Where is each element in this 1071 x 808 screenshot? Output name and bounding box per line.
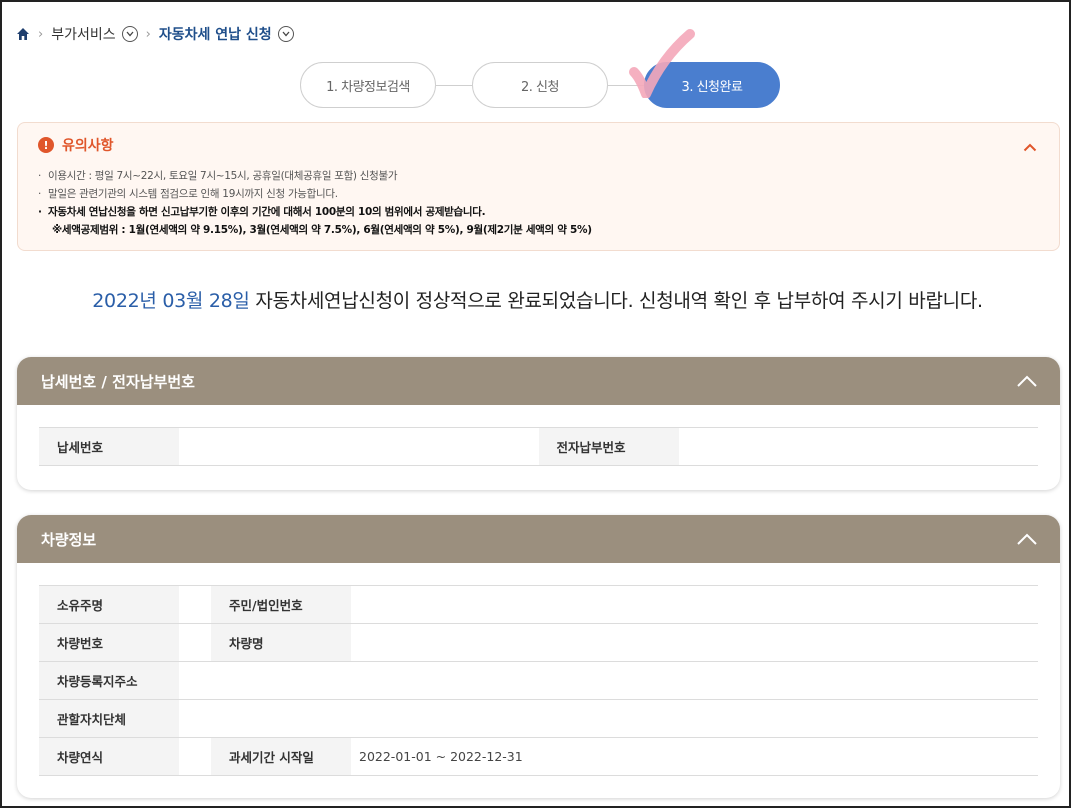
- notice-item-deduction: 자동차세 연납신청을 하면 신고납부기한 이후의 기간에 대해서 100분의 1…: [38, 203, 1039, 239]
- chevron-right-icon: ›: [38, 26, 44, 42]
- exclamation-icon: !: [38, 137, 54, 153]
- id-number-value: [351, 585, 1038, 624]
- chevron-up-icon: [1023, 143, 1037, 152]
- collapse-toggle-button[interactable]: [1023, 137, 1037, 156]
- table-row: 차량번호 차량명: [39, 623, 1038, 662]
- chevron-up-icon[interactable]: [1016, 533, 1038, 546]
- home-icon[interactable]: [16, 27, 30, 41]
- tax-period-value: 2022-01-01 ~ 2022-12-31: [351, 737, 1038, 776]
- table-row: 차량등록지주소: [39, 661, 1038, 700]
- local-authority-label: 관할자치단체: [39, 699, 179, 738]
- notice-item-month-end: 말일은 관련기관의 시스템 점검으로 인해 19시까지 신청 가능합니다.: [38, 185, 1039, 203]
- table-row: 납세번호 전자납부번호: [39, 427, 1038, 466]
- notice-title: ! 유의사항: [38, 135, 1039, 155]
- tax-number-panel: 납세번호 / 전자납부번호 납세번호 전자납부번호: [17, 357, 1060, 490]
- vehicle-year-label: 차량연식: [39, 737, 179, 776]
- table-row: 차량연식 과세기간 시작일 2022-01-01 ~ 2022-12-31: [39, 737, 1038, 776]
- epay-number-label: 전자납부번호: [538, 427, 679, 466]
- tax-number-label: 납세번호: [39, 427, 179, 466]
- registration-address-label: 차량등록지주소: [39, 661, 179, 700]
- table-row: 관할자치단체: [39, 699, 1038, 738]
- breadcrumb-item-current[interactable]: 자동차세 연납 신청: [159, 24, 294, 44]
- deduction-range-note: ※세액공제범위 : 1월(연세액의 약 9.15%), 3월(연세액의 약 7.…: [52, 224, 592, 236]
- registration-address-value: [179, 661, 1038, 700]
- epay-number-value: [678, 427, 1038, 466]
- plate-number-label: 차량번호: [39, 623, 179, 662]
- step-connector: [608, 84, 644, 86]
- notice-box: ! 유의사항 이용시간 : 평일 7시~22시, 토요일 7시~15시, 공휴일…: [17, 122, 1060, 251]
- step-1-search: 1. 차량정보검색: [300, 62, 436, 108]
- id-number-label: 주민/법인번호: [211, 585, 351, 624]
- vehicle-year-value: [179, 737, 211, 776]
- tax-period-label: 과세기간 시작일: [211, 737, 351, 776]
- tax-number-table: 납세번호 전자납부번호: [39, 427, 1038, 466]
- step-3-complete: 3. 신청완료: [644, 62, 780, 108]
- tax-number-panel-header[interactable]: 납세번호 / 전자납부번호: [17, 357, 1060, 405]
- vehicle-model-label: 차량명: [211, 623, 351, 662]
- tax-number-panel-body: 납세번호 전자납부번호: [17, 405, 1060, 486]
- completion-date: 2022년 03월 28일: [92, 290, 250, 312]
- chevron-down-icon[interactable]: [121, 26, 138, 42]
- chevron-right-icon: ›: [145, 26, 151, 42]
- completion-message: 2022년 03월 28일 자동차세연납신청이 정상적으로 완료되었습니다. 신…: [92, 290, 983, 312]
- breadcrumb-item-addon-services[interactable]: 부가서비스: [51, 24, 138, 44]
- owner-value: [179, 585, 211, 624]
- notice-list: 이용시간 : 평일 7시~22시, 토요일 7시~15시, 공휴일(대체공휴일 …: [38, 167, 1039, 239]
- plate-number-value: [179, 623, 211, 662]
- table-row: 소유주명 주민/법인번호: [39, 585, 1038, 624]
- vehicle-model-value: [351, 623, 1038, 662]
- owner-label: 소유주명: [39, 585, 179, 624]
- panel-title: 차량정보: [41, 530, 97, 549]
- vehicle-info-panel: 차량정보 소유주명 주민/법인번호 차량번호 차량명 차량등록지주소 관할자치단…: [17, 515, 1060, 798]
- notice-item-hours: 이용시간 : 평일 7시~22시, 토요일 7시~15시, 공휴일(대체공휴일 …: [38, 167, 1039, 185]
- step-connector: [436, 84, 472, 86]
- vehicle-info-panel-body: 소유주명 주민/법인번호 차량번호 차량명 차량등록지주소 관할자치단체 차량연…: [17, 563, 1060, 796]
- local-authority-value: [179, 699, 1038, 738]
- step-2-apply: 2. 신청: [472, 62, 608, 108]
- panel-title: 납세번호 / 전자납부번호: [41, 372, 195, 391]
- vehicle-info-table: 소유주명 주민/법인번호 차량번호 차량명 차량등록지주소 관할자치단체 차량연…: [39, 585, 1038, 776]
- vehicle-info-panel-header[interactable]: 차량정보: [17, 515, 1060, 563]
- chevron-up-icon[interactable]: [1016, 375, 1038, 388]
- breadcrumb: › 부가서비스 › 자동차세 연납 신청: [16, 24, 294, 44]
- step-indicator: 1. 차량정보검색 2. 신청 3. 신청완료: [300, 62, 780, 108]
- tax-number-value: [179, 427, 539, 466]
- chevron-down-icon[interactable]: [277, 26, 294, 42]
